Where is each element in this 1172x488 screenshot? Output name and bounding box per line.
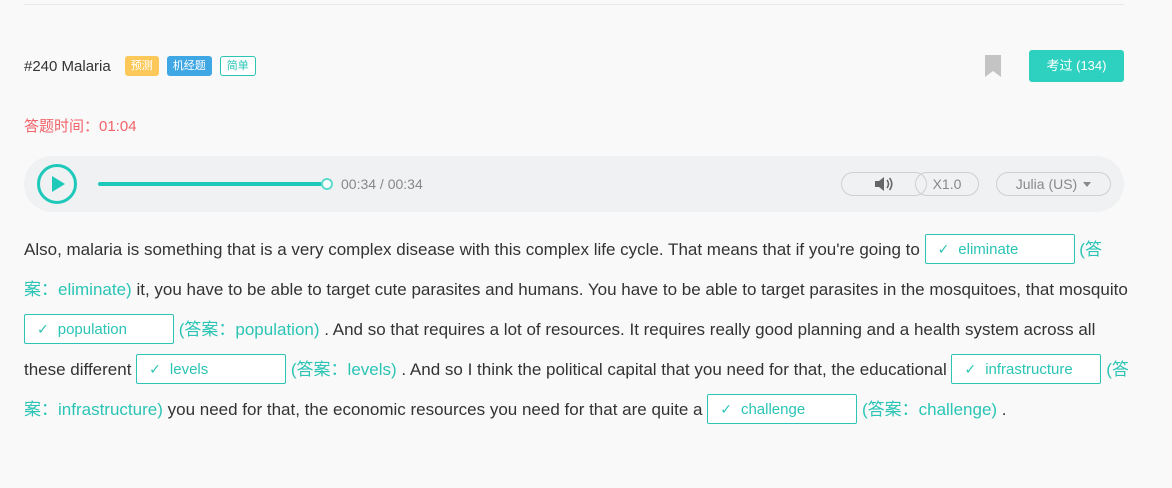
bookmark-icon[interactable] — [985, 55, 1001, 77]
question-header: #240 Malaria 预测 机经题 简单 — [24, 54, 264, 78]
passage-segment: . — [1001, 400, 1007, 419]
blank-value: infrastructure — [985, 360, 1073, 378]
done-count-button[interactable]: 考过 (134) — [1029, 50, 1124, 82]
play-button[interactable] — [37, 164, 77, 204]
check-icon: ✓ — [964, 360, 977, 377]
check-icon: ✓ — [937, 240, 950, 257]
passage-segment: Also, malaria is something that is a ver… — [24, 240, 925, 259]
playback-time: 00:34 / 00:34 — [341, 176, 423, 192]
progress-handle[interactable] — [321, 178, 333, 190]
passage-segment: . And so I think the political capital t… — [401, 360, 952, 379]
passage-segment: it, you have to be able to target cute p… — [136, 280, 1128, 299]
blank-input[interactable]: ✓ population — [24, 313, 174, 344]
blank-value: levels — [169, 360, 209, 378]
answer-key: (答案：challenge) — [861, 400, 998, 419]
tag-machine-exam: 机经题 — [166, 56, 212, 76]
check-icon: ✓ — [149, 360, 161, 377]
voice-select[interactable]: Julia (US) — [996, 172, 1111, 196]
play-icon — [52, 176, 65, 192]
blank-input[interactable]: ✓ eliminate — [924, 233, 1075, 264]
question-title: #240 Malaria — [24, 57, 111, 75]
answer-timer: 答题时间：01:04 — [24, 118, 137, 135]
speaker-icon — [875, 177, 893, 191]
voice-select-value: Julia (US) — [1015, 176, 1078, 192]
passage-segment: you need for that, the economic resource… — [167, 400, 708, 419]
top-divider — [24, 4, 1124, 5]
audio-player: 00:34 / 00:34 X1.0 Julia (US) — [24, 156, 1124, 212]
passage-text: Also, malaria is something that is a ver… — [24, 230, 1130, 430]
blank-value: challenge — [740, 400, 806, 418]
blank-input[interactable]: ✓ infrastructure — [951, 353, 1102, 384]
answer-key: (答案：levels) — [290, 360, 397, 379]
answer-key: (答案：population) — [178, 320, 320, 339]
blank-input[interactable]: ✓ levels — [136, 353, 287, 384]
progress-bar[interactable] — [98, 182, 328, 186]
speed-button[interactable]: X1.0 — [915, 172, 979, 196]
blank-value: population — [57, 320, 127, 338]
blank-input[interactable]: ✓ challenge — [707, 393, 858, 424]
tag-difficulty-easy: 简单 — [219, 56, 256, 76]
check-icon: ✓ — [720, 400, 732, 417]
caret-down-icon — [1083, 181, 1092, 187]
tag-predict: 预测 — [124, 56, 159, 76]
check-icon: ✓ — [37, 320, 49, 337]
blank-value: eliminate — [958, 240, 1019, 258]
